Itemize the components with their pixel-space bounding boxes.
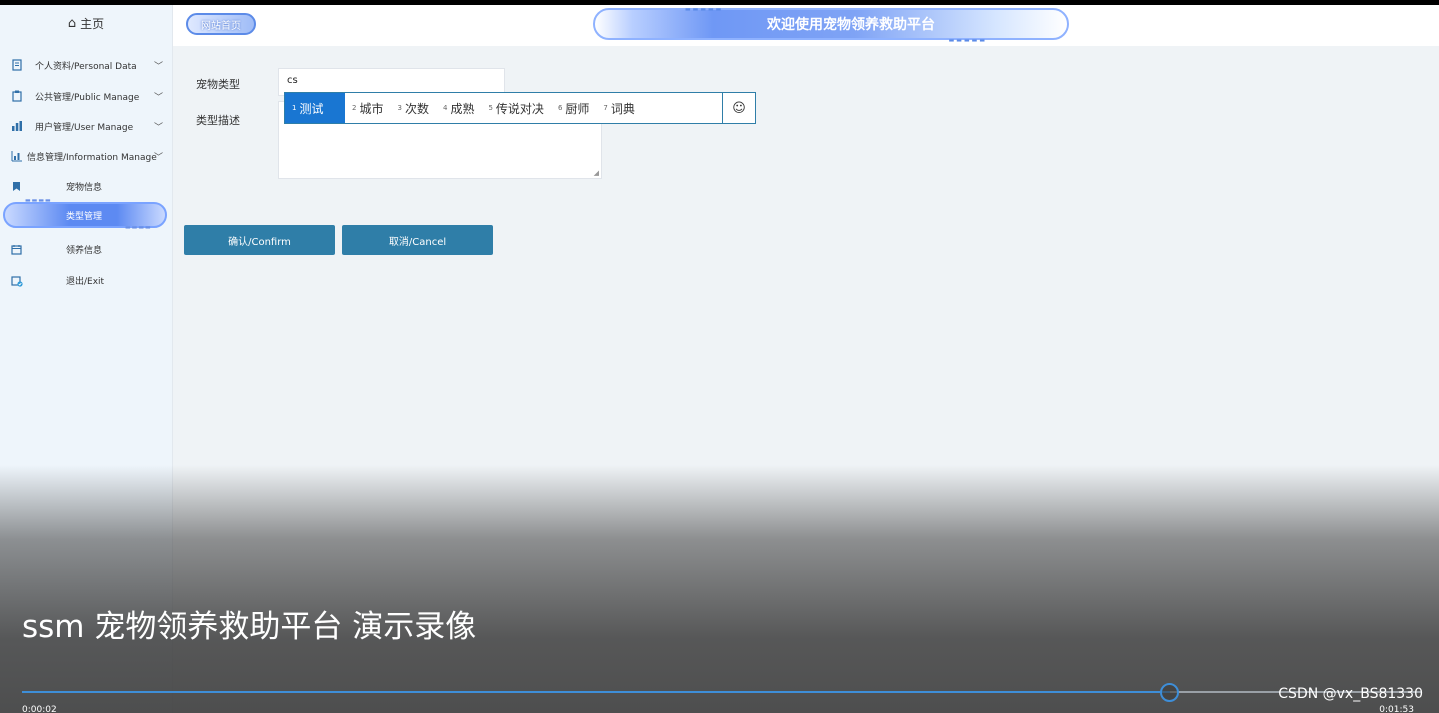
app-frame: ⌂ 主页 个人资料/Personal Data ﹀ 公共管理/Public Ma… [0,5,1439,713]
video-progress-handle[interactable] [1160,683,1179,702]
sidebar-menu-public-manage[interactable]: 公共管理/Public Manage ﹀ [0,83,173,109]
cancel-button[interactable]: 取消/Cancel [342,225,493,255]
confirm-button[interactable]: 确认/Confirm [184,225,335,255]
video-title: ssm 宠物领养救助平台 演示录像 [22,609,477,645]
type-desc-label: 类型描述 [196,114,240,127]
video-overlay [0,465,1439,713]
sidebar-item-exit[interactable]: 退出/Exit [0,267,173,293]
ime-candidate[interactable]: 3 次数 [390,93,435,123]
video-time-current: 0:00:02 [22,705,57,713]
pet-type-input-value: cs [287,75,298,86]
resize-handle-icon[interactable]: ◢ [594,169,599,177]
sidebar-menu-label: 个人资料/Personal Data [35,61,137,72]
decor-dots: ▬▬▬▬▬ [948,37,987,44]
sidebar-item-label: 类型管理 [66,211,103,222]
ime-candidate[interactable]: 4 成熟 [436,93,481,123]
ime-candidate[interactable]: 7 词典 [596,93,641,123]
ime-candidate[interactable]: 5 传说对决 [481,93,550,123]
chart-icon [11,150,23,162]
clipboard-icon [11,90,23,102]
ime-candidate-bar: 1 测试 2 城市 3 次数 4 成熟 5 传说对决 6 厨师 7 词典 ☺ [284,92,756,124]
chevron-down-icon: ﹀ [153,122,163,133]
calendar-check-icon [11,275,23,287]
sidebar-menu-label: 信息管理/Information Manage [27,152,157,163]
decor-dots: ▬▬▬▬ [125,224,152,231]
sidebar-item-label: 退出/Exit [66,276,105,287]
calendar-icon [11,244,22,255]
bookmark-icon [11,181,22,192]
chevron-down-icon: ﹀ [153,92,163,103]
chevron-down-icon: ﹀ [153,61,163,72]
document-icon [11,59,23,71]
sidebar-menu-label: 公共管理/Public Manage [35,92,140,103]
chevron-down-icon: ﹀ [153,152,163,163]
ime-candidate[interactable]: 1 测试 [285,93,345,123]
welcome-banner: ▬▬▬▬▬ 欢迎使用宠物领养救助平台 ▬▬▬▬▬ [593,6,1069,44]
sidebar-menu-label: 用户管理/User Manage [35,122,134,133]
sidebar-item-adoption-info[interactable]: 领养信息 [0,236,173,262]
home-icon: ⌂ [67,15,77,31]
video-time-total: 0:01:53 [1379,705,1414,713]
sidebar-home[interactable]: ⌂ 主页 [0,5,172,41]
welcome-text: 欢迎使用宠物领养救助平台 [767,17,935,33]
decor-dots: ▬▬▬▬▬ [685,6,724,13]
bar-chart-icon [11,120,23,132]
pet-type-label: 宠物类型 [196,78,240,91]
sidebar-item-label: 领养信息 [66,245,103,256]
sidebar-menu-information-manage[interactable]: 信息管理/Information Manage ﹀ [0,143,173,169]
sidebar-menu-personal-data[interactable]: 个人资料/Personal Data ﹀ [0,52,173,78]
top-header: 网站首页 ▬▬▬▬▬ 欢迎使用宠物领养救助平台 ▬▬▬▬▬ [173,5,1439,46]
site-home-button[interactable]: 网站首页 [186,13,256,35]
sidebar-menu-user-manage[interactable]: 用户管理/User Manage ﹀ [0,113,173,139]
sidebar-item-pet-info[interactable]: 宠物信息 [0,173,173,199]
emoji-icon[interactable]: ☺ [722,93,755,123]
video-progress-fill [22,691,1170,693]
sidebar-item-label: 宠物信息 [66,182,103,193]
sidebar-home-label: 主页 [80,16,105,31]
ime-candidate[interactable]: 6 厨师 [551,93,596,123]
watermark: CSDN @vx_BS81330 [1278,686,1423,702]
ime-candidate[interactable]: 2 城市 [345,93,390,123]
